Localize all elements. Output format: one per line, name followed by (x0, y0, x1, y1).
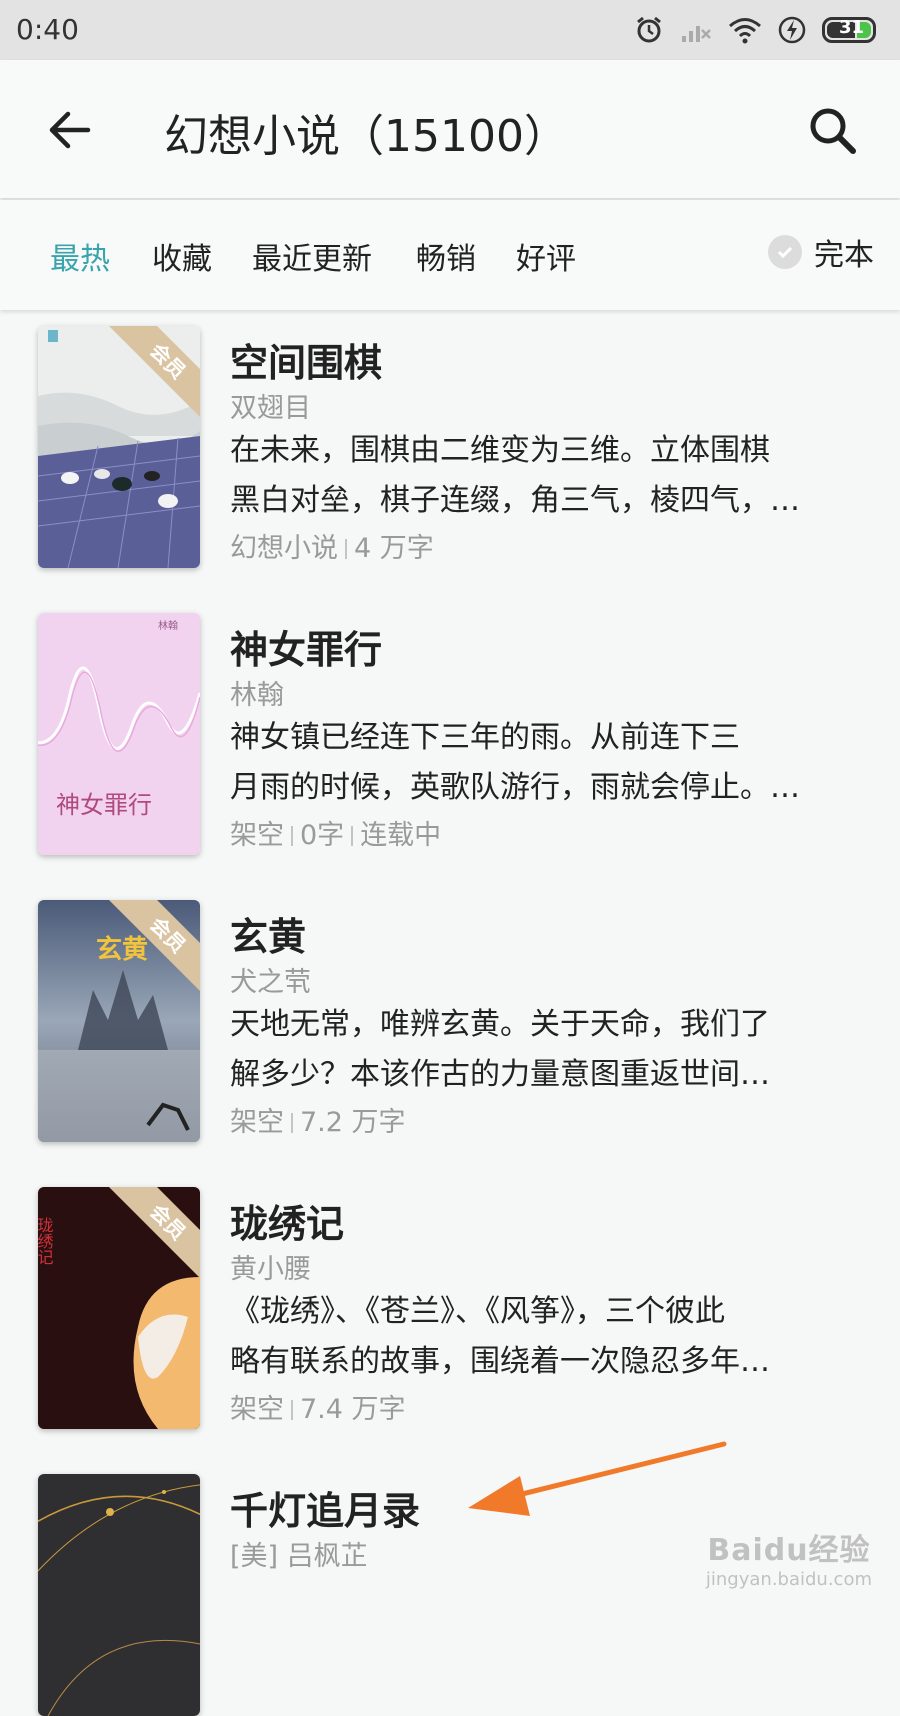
status-time: 0:40 (16, 13, 79, 46)
book-description: 《珑绣》、《苍兰》、《风筝》，三个彼此 略有联系的故事，围绕着一次隐忍多年… (230, 1287, 854, 1387)
book-category: 架空 (230, 1394, 284, 1425)
book-author: 林翰 (230, 680, 284, 711)
book-status: 连载中 (360, 820, 442, 851)
list-item[interactable]: 神女罪行 林翰 神女罪行 林翰 神女镇已经连下三年的雨。从前连下三 月雨的时候，… (0, 613, 900, 873)
book-cover[interactable]: 珑绣记 会员 (38, 1187, 200, 1429)
book-author: 犬之茕 (230, 967, 311, 998)
description-line: 月雨的时候，英歌队游行，雨就会停止。… (230, 770, 800, 805)
book-word-count: 7.2 万字 (300, 1107, 406, 1138)
tab-favorites[interactable]: 收藏 (152, 234, 212, 278)
description-line: 《珑绣》、《苍兰》、《风筝》，三个彼此 (230, 1294, 725, 1329)
sort-filter-bar: 最热 收藏 最近更新 畅销 好评 完本 (0, 200, 900, 310)
book-author: 双翅目 (230, 393, 311, 424)
alarm-icon (637, 16, 661, 43)
book-meta: 架空 7.2 万字 (230, 1100, 406, 1139)
list-item[interactable]: 珑绣记 会员 珑绣记 黄小腰 《珑绣》、《苍兰》、《风筝》，三个彼此 略有联系的… (0, 1187, 900, 1447)
battery-level: 31 (839, 17, 865, 38)
meta-divider (345, 539, 347, 559)
description-line: 天地无常，唯辨玄黄。关于天命，我们了 (230, 1007, 770, 1042)
book-title[interactable]: 千灯追月录 (230, 1480, 420, 1535)
tab-hottest[interactable]: 最热 (50, 234, 110, 278)
meta-divider (351, 826, 354, 846)
book-meta: 幻想小说 4 万字 (230, 526, 434, 565)
book-category: 架空 (230, 820, 284, 851)
page-title: 幻想小说（15100） (164, 111, 568, 162)
cover-title: 神女罪行 (56, 791, 152, 819)
book-title[interactable]: 空间围棋 (230, 332, 382, 387)
watermark-logo: Baidu经验 (707, 1533, 871, 1568)
book-description: 天地无常，唯辨玄黄。关于天命，我们了 解多少？本该作古的力量意图重返世间… (230, 1000, 854, 1100)
tab-bestselling[interactable]: 畅销 (416, 234, 476, 278)
cover-author: 林翰 (158, 619, 178, 632)
status-bar: 0:40 31 (0, 0, 900, 60)
book-word-count: 0字 (300, 820, 345, 851)
search-icon[interactable] (804, 102, 860, 158)
book-cover[interactable]: 玄黄 会员 (38, 900, 200, 1142)
book-title[interactable]: 神女罪行 (230, 619, 382, 674)
app-header: 幻想小说（15100） (0, 60, 900, 198)
annotation-arrow-icon (468, 1441, 727, 1516)
description-line: 神女镇已经连下三年的雨。从前连下三 (230, 720, 740, 755)
charging-icon (778, 16, 806, 44)
book-author: [美] 吕枫芷 (230, 1541, 368, 1572)
cover-title: 珑绣记 (38, 1217, 54, 1265)
book-author: 黄小腰 (230, 1254, 311, 1285)
meta-divider (291, 1400, 293, 1420)
back-arrow-icon[interactable] (46, 106, 94, 154)
book-title[interactable]: 珑绣记 (230, 1193, 344, 1248)
book-meta: 架空 7.4 万字 (230, 1387, 406, 1426)
description-line: 解多少？本该作古的力量意图重返世间… (230, 1057, 770, 1092)
list-item[interactable]: 会员 空间围棋 双翅目 在未来，围棋由二维变为三维。立体围棋 黑白对垒，棋子连缀… (0, 326, 900, 586)
book-description: 神女镇已经连下三年的雨。从前连下三 月雨的时候，英歌队游行，雨就会停止。… (230, 713, 854, 813)
tab-top-rated[interactable]: 好评 (516, 234, 576, 278)
book-cover[interactable]: 会员 (38, 326, 200, 568)
book-cover[interactable] (38, 1474, 200, 1716)
wifi-icon (729, 18, 761, 44)
watermark: Baidu经验 jingyan.baidu.com (706, 1525, 872, 1590)
battery-icon: 31 (822, 17, 876, 43)
list-item[interactable]: 玄黄 会员 玄黄 犬之茕 天地无常，唯辨玄黄。关于天命，我们了 解多少？本该作古… (0, 900, 900, 1160)
description-line: 略有联系的故事，围绕着一次隐忍多年… (230, 1344, 770, 1379)
book-category: 架空 (230, 1107, 284, 1138)
completed-filter-label: 完本 (814, 238, 874, 273)
check-circle-icon (768, 235, 802, 269)
description-line: 黑白对垒，棋子连缀，角三气，棱四气，… (230, 483, 800, 518)
tab-recently-updated[interactable]: 最近更新 (252, 234, 372, 278)
book-word-count: 4 万字 (354, 533, 434, 564)
meta-divider (291, 826, 293, 846)
description-line: 在未来，围棋由二维变为三维。立体围棋 (230, 433, 770, 468)
signal-off-icon (682, 26, 711, 42)
book-cover[interactable]: 神女罪行 林翰 (38, 613, 200, 855)
watermark-url: jingyan.baidu.com (705, 1569, 872, 1590)
meta-divider (291, 1113, 293, 1133)
cover-title: 玄黄 (96, 934, 148, 965)
completed-filter-toggle[interactable]: 完本 (768, 230, 874, 274)
book-category: 幻想小说 (230, 533, 338, 564)
book-title[interactable]: 玄黄 (230, 906, 306, 961)
book-description: 在未来，围棋由二维变为三维。立体围棋 黑白对垒，棋子连缀，角三气，棱四气，… (230, 426, 854, 526)
book-meta: 架空 0字 连载中 (230, 813, 441, 852)
book-word-count: 7.4 万字 (300, 1394, 406, 1425)
